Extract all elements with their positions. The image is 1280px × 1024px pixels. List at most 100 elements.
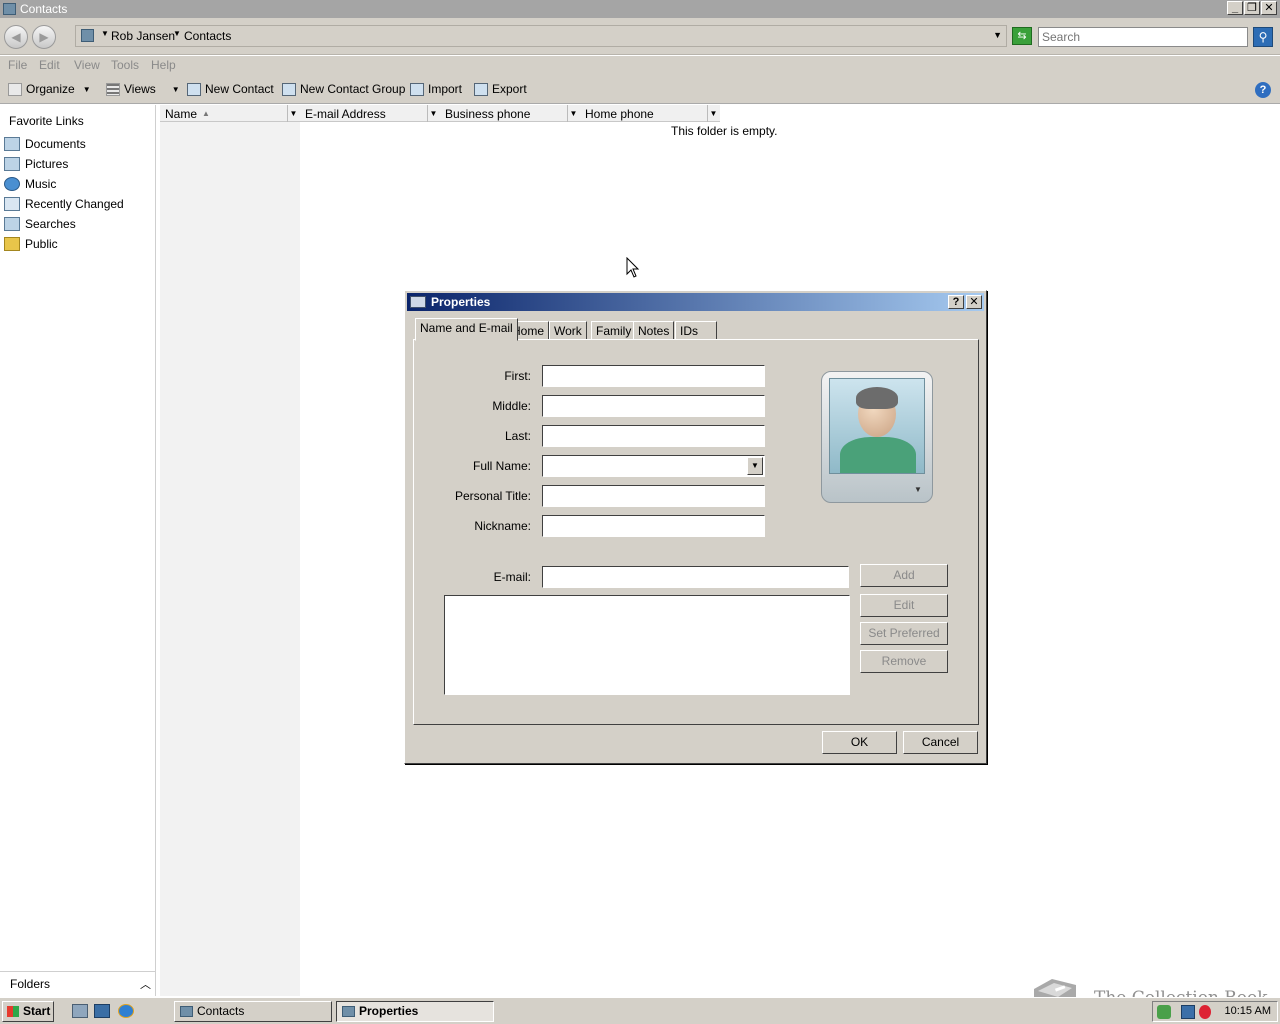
menu-tools[interactable]: Tools xyxy=(111,58,139,72)
first-name-input[interactable] xyxy=(542,365,765,387)
mouse-cursor-icon xyxy=(626,257,640,278)
nav-link-music[interactable]: Music xyxy=(4,176,56,192)
first-label: First: xyxy=(504,369,531,383)
pictures-icon xyxy=(4,157,20,171)
folders-toggle[interactable]: Folders ︿ xyxy=(0,971,156,996)
empty-folder-message: This folder is empty. xyxy=(671,124,778,138)
server-manager-icon[interactable] xyxy=(72,1004,88,1018)
menu-file[interactable]: File xyxy=(8,58,27,72)
email-input[interactable] xyxy=(542,566,849,588)
edit-email-button[interactable]: Edit xyxy=(860,594,948,617)
column-filter-icon[interactable]: ▼ xyxy=(567,105,579,122)
forward-button[interactable]: ▶ xyxy=(32,25,56,49)
tab-name-and-email[interactable]: Name and E-mail xyxy=(415,318,518,341)
breadcrumb-arrow-icon[interactable]: ▼ xyxy=(173,29,181,38)
ok-button[interactable]: OK xyxy=(822,731,897,754)
internet-explorer-icon[interactable] xyxy=(118,1004,134,1018)
column-header-name[interactable]: Name xyxy=(165,107,197,121)
security-icon[interactable] xyxy=(1157,1005,1171,1019)
nav-link-recently-changed[interactable]: Recently Changed xyxy=(4,196,124,212)
address-dropdown-icon[interactable]: ▼ xyxy=(993,30,1002,40)
middle-label: Middle: xyxy=(492,399,531,413)
search-input[interactable] xyxy=(1038,27,1248,47)
dialog-help-button[interactable]: ? xyxy=(948,295,964,309)
address-row: ◀ ▶ ▼ Rob Jansen ▼ Contacts ▼ ⇆ ⚲ xyxy=(0,18,1280,55)
nav-link-public[interactable]: Public xyxy=(4,236,58,252)
nav-link-documents[interactable]: Documents xyxy=(4,136,86,152)
personal-title-input[interactable] xyxy=(542,485,765,507)
clock[interactable]: 10:15 AM xyxy=(1225,1005,1271,1017)
column-header-email[interactable]: E-mail Address xyxy=(305,107,386,121)
menu-help[interactable]: Help xyxy=(151,58,176,72)
music-icon xyxy=(4,177,20,191)
breadcrumb-arrow-icon[interactable]: ▼ xyxy=(101,29,109,38)
public-folder-icon xyxy=(4,237,20,251)
contact-picture[interactable]: ▼ xyxy=(821,371,933,503)
import-button[interactable]: Import xyxy=(410,82,462,96)
show-desktop-icon[interactable] xyxy=(94,1004,110,1018)
tab-work[interactable]: Work xyxy=(549,321,587,340)
nav-link-pictures[interactable]: Pictures xyxy=(4,156,68,172)
full-name-label: Full Name: xyxy=(472,459,531,473)
navigation-pane: Favorite Links Documents Pictures Music … xyxy=(0,105,156,971)
menu-bar: File Edit View Tools Help xyxy=(0,56,1280,76)
chevron-up-icon: ︿ xyxy=(140,979,151,991)
menu-view[interactable]: View xyxy=(74,58,100,72)
recently-changed-icon xyxy=(4,197,20,211)
set-preferred-button[interactable]: Set Preferred xyxy=(860,622,948,645)
new-contact-icon xyxy=(187,82,201,96)
tab-ids[interactable]: IDs xyxy=(675,321,717,340)
windows-logo-icon xyxy=(7,1006,19,1017)
middle-name-input[interactable] xyxy=(542,395,765,417)
breadcrumb-contacts[interactable]: Contacts xyxy=(184,29,231,43)
start-button[interactable]: Start xyxy=(2,1001,54,1022)
views-button[interactable]: Views ▼ xyxy=(106,82,180,96)
column-filter-icon[interactable]: ▼ xyxy=(707,105,719,122)
last-name-input[interactable] xyxy=(542,425,765,447)
nickname-input[interactable] xyxy=(542,515,765,537)
restore-button[interactable]: ❐ xyxy=(1244,1,1260,15)
sorted-column-highlight xyxy=(160,122,300,996)
organize-button[interactable]: Organize ▼ xyxy=(8,82,91,96)
add-email-button[interactable]: Add xyxy=(860,564,948,587)
column-header-home-phone[interactable]: Home phone xyxy=(585,107,654,121)
taskbar-properties[interactable]: Properties xyxy=(336,1001,494,1022)
column-header-row: Name ▲ ▼ E-mail Address ▼ Business phone… xyxy=(160,105,720,122)
full-name-combo[interactable]: ▼ xyxy=(542,455,765,477)
chevron-down-icon[interactable]: ▼ xyxy=(747,457,763,475)
window-title-bar: Contacts _ ❐ ✕ xyxy=(0,0,1280,18)
network-icon[interactable] xyxy=(1181,1005,1195,1019)
address-bar[interactable]: ▼ Rob Jansen ▼ Contacts ▼ xyxy=(75,25,1007,47)
export-button[interactable]: Export xyxy=(474,82,527,96)
back-button[interactable]: ◀ xyxy=(4,25,28,49)
breadcrumb-rob-jansen[interactable]: Rob Jansen xyxy=(111,29,175,43)
tab-notes[interactable]: Notes xyxy=(633,321,675,340)
close-window-button[interactable]: ✕ xyxy=(1261,1,1277,15)
column-header-business-phone[interactable]: Business phone xyxy=(445,107,530,121)
volume-muted-icon[interactable] xyxy=(1199,1005,1211,1019)
personal-title-label: Personal Title: xyxy=(454,489,531,503)
folders-label: Folders xyxy=(10,977,51,991)
dialog-close-button[interactable]: ✕ xyxy=(966,295,982,309)
menu-edit[interactable]: Edit xyxy=(39,58,60,72)
email-list[interactable] xyxy=(444,595,850,695)
favorite-links-header: Favorite Links xyxy=(9,114,84,128)
taskbar-contacts[interactable]: Contacts xyxy=(174,1001,332,1022)
column-filter-icon[interactable]: ▼ xyxy=(287,105,299,122)
minimize-button[interactable]: _ xyxy=(1227,1,1243,15)
avatar-image xyxy=(829,378,925,474)
new-contact-button[interactable]: New Contact xyxy=(187,82,274,96)
refresh-icon[interactable]: ⇆ xyxy=(1012,27,1032,45)
search-icon[interactable]: ⚲ xyxy=(1253,27,1273,47)
dialog-title-bar: Properties ? ✕ xyxy=(407,293,984,311)
views-icon xyxy=(106,82,120,96)
remove-email-button[interactable]: Remove xyxy=(860,650,948,673)
column-filter-icon[interactable]: ▼ xyxy=(427,105,439,122)
nav-link-searches[interactable]: Searches xyxy=(4,216,76,232)
help-icon[interactable]: ? xyxy=(1255,82,1271,98)
tab-family[interactable]: Family xyxy=(591,321,637,340)
new-contact-group-button[interactable]: New Contact Group xyxy=(282,82,405,96)
chevron-down-icon[interactable]: ▼ xyxy=(914,485,922,494)
cancel-button[interactable]: Cancel xyxy=(903,731,978,754)
chevron-down-icon: ▼ xyxy=(82,84,91,94)
